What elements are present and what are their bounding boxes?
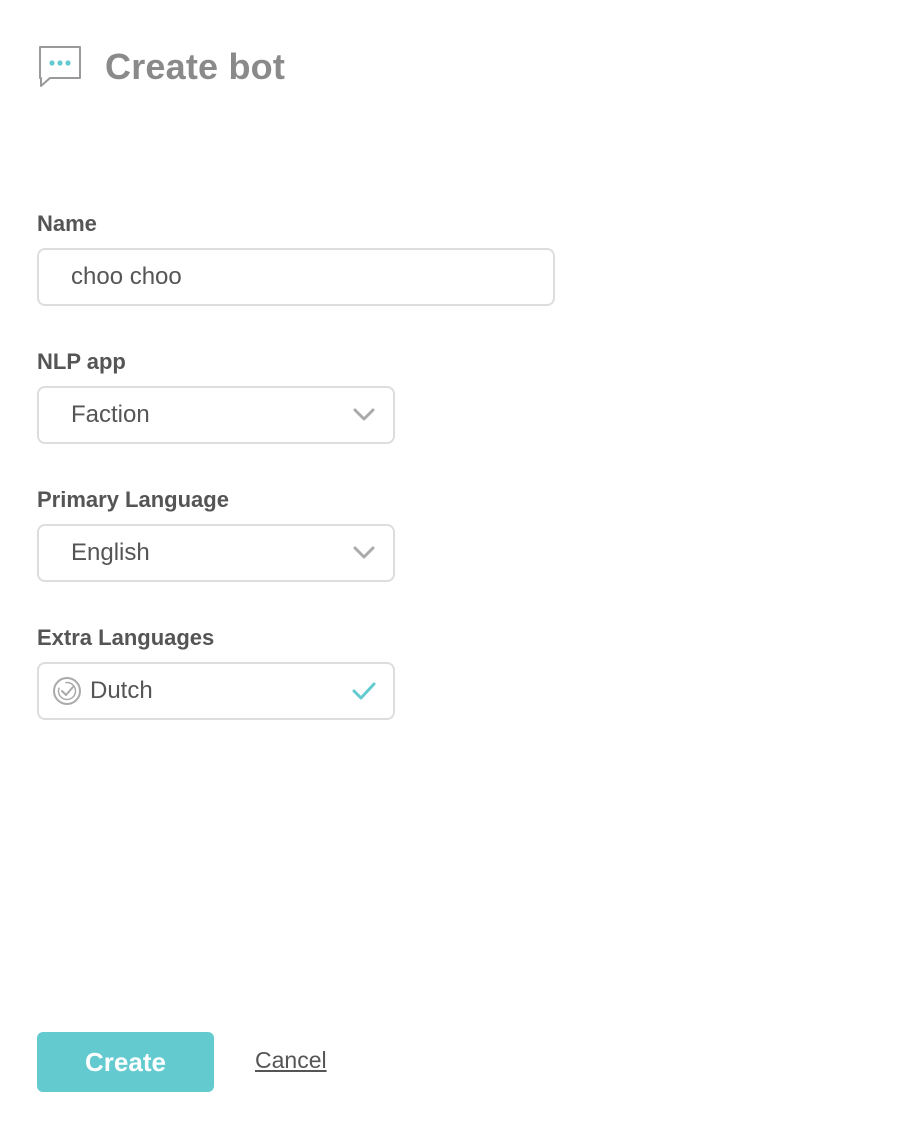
extra-languages-select[interactable]: Dutch: [37, 662, 395, 720]
primary-language-selected-value: English: [71, 539, 150, 566]
create-bot-page: Create bot Name NLP app Faction Primary …: [0, 0, 920, 1130]
page-header: Create bot: [37, 44, 285, 90]
primary-language-label: Primary Language: [37, 487, 229, 512]
nlp-app-label: NLP app: [37, 349, 126, 374]
page-title: Create bot: [105, 46, 286, 87]
name-input[interactable]: [37, 248, 555, 306]
nlp-app-selected-value: Faction: [71, 401, 150, 428]
chat-bubble-icon: [39, 46, 81, 87]
primary-language-select[interactable]: English: [37, 524, 395, 582]
extra-language-item-label: Dutch: [90, 677, 153, 704]
checkmark-icon: [352, 682, 376, 700]
cancel-link[interactable]: Cancel: [255, 1047, 327, 1074]
chevron-down-icon: [353, 408, 375, 421]
nlp-app-select[interactable]: Faction: [37, 386, 395, 444]
language-badge-icon: [53, 677, 81, 705]
name-label: Name: [37, 211, 97, 236]
create-button[interactable]: Create: [37, 1032, 214, 1092]
extra-languages-label: Extra Languages: [37, 625, 215, 650]
chevron-down-icon: [353, 546, 375, 559]
